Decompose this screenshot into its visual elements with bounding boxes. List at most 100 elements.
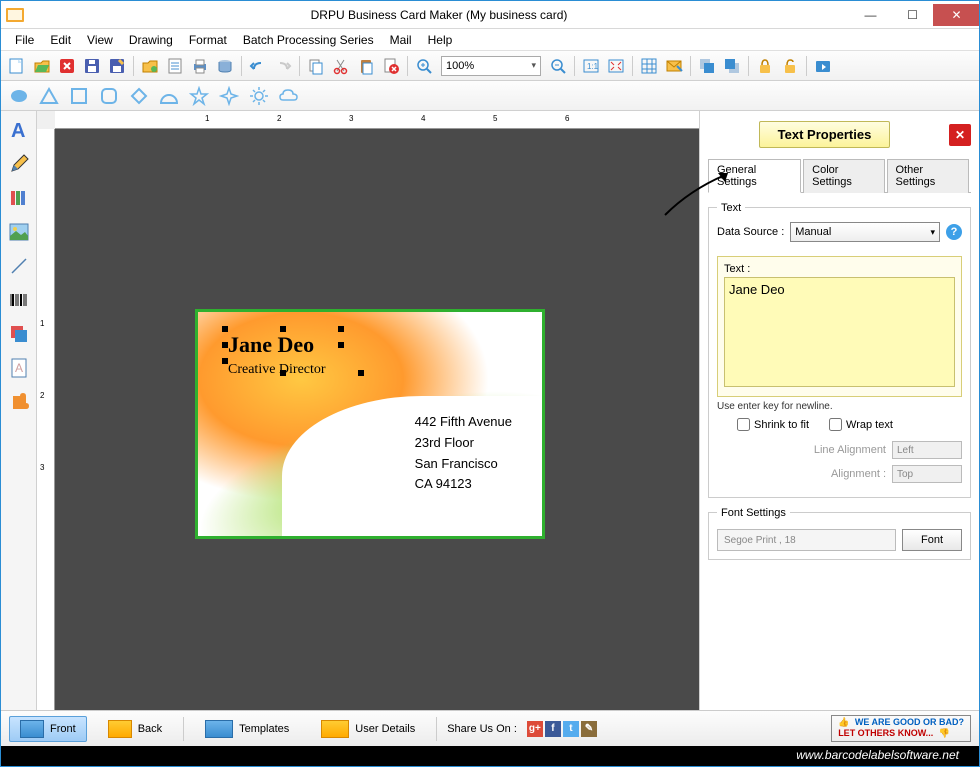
square-shape-icon[interactable] [67, 84, 91, 108]
copy-icon[interactable] [304, 54, 328, 78]
zoom-out-icon[interactable] [546, 54, 570, 78]
selection-handle[interactable] [338, 342, 344, 348]
watermark-tool-icon[interactable]: A [5, 355, 33, 381]
window-title: DRPU Business Card Maker (My business ca… [29, 8, 849, 22]
tab-general-settings[interactable]: General Settings [708, 159, 801, 193]
actual-size-icon[interactable]: 1:1 [579, 54, 603, 78]
selection-handle[interactable] [358, 370, 364, 376]
menu-help[interactable]: Help [420, 31, 461, 49]
pencil-tool-icon[interactable] [5, 151, 33, 177]
fit-icon[interactable] [604, 54, 628, 78]
bottom-bar: Front Back Templates User Details Share … [1, 710, 979, 746]
canvas[interactable]: Jane Deo Creative Director 442 Fifth Ave… [55, 129, 699, 710]
open-icon[interactable] [30, 54, 54, 78]
ellipse-shape-icon[interactable] [7, 84, 31, 108]
new-icon[interactable] [5, 54, 29, 78]
feedback-banner[interactable]: 👍 WE ARE GOOD OR BAD? LET OTHERS KNOW...… [831, 715, 971, 743]
menu-edit[interactable]: Edit [42, 31, 79, 49]
card-title-text[interactable]: Creative Director [228, 362, 326, 378]
panel-title: Text Properties [759, 121, 891, 148]
menu-file[interactable]: File [7, 31, 42, 49]
redo-icon[interactable] [271, 54, 295, 78]
twitter-icon[interactable]: t [563, 721, 579, 737]
svg-text:A: A [15, 361, 23, 375]
layers-tool-icon[interactable] [5, 321, 33, 347]
database-icon[interactable] [213, 54, 237, 78]
menu-drawing[interactable]: Drawing [121, 31, 181, 49]
triangle-shape-icon[interactable] [37, 84, 61, 108]
folder-icon[interactable] [138, 54, 162, 78]
card-address-text[interactable]: 442 Fifth Avenue 23rd Floor San Francisc… [415, 412, 512, 495]
send-back-icon[interactable] [720, 54, 744, 78]
blog-icon[interactable]: ✎ [581, 721, 597, 737]
templates-button[interactable]: Templates [194, 716, 300, 742]
star-shape-icon[interactable] [187, 84, 211, 108]
text-fieldset: Text Data Source : Manual ? Text : Jane … [708, 207, 971, 498]
lock-icon[interactable] [753, 54, 777, 78]
back-side-button[interactable]: Back [97, 716, 173, 742]
zoom-in-icon[interactable] [412, 54, 436, 78]
text-label: Text : [724, 263, 955, 275]
bring-front-icon[interactable] [695, 54, 719, 78]
star4-shape-icon[interactable] [217, 84, 241, 108]
remove-icon[interactable] [379, 54, 403, 78]
rounded-shape-icon[interactable] [97, 84, 121, 108]
font-button[interactable]: Font [902, 529, 962, 551]
line-tool-icon[interactable] [5, 253, 33, 279]
titlebar: DRPU Business Card Maker (My business ca… [1, 1, 979, 29]
paste-icon[interactable] [354, 54, 378, 78]
export-icon[interactable] [811, 54, 835, 78]
puzzle-tool-icon[interactable] [5, 389, 33, 415]
grid-icon[interactable] [637, 54, 661, 78]
selection-handle[interactable] [338, 326, 344, 332]
delete-icon[interactable] [55, 54, 79, 78]
close-button[interactable]: ✕ [933, 4, 979, 26]
selection-handle[interactable] [280, 326, 286, 332]
save-icon[interactable] [80, 54, 104, 78]
menu-view[interactable]: View [79, 31, 121, 49]
selection-handle[interactable] [222, 342, 228, 348]
front-side-button[interactable]: Front [9, 716, 87, 742]
library-tool-icon[interactable] [5, 185, 33, 211]
undo-icon[interactable] [246, 54, 270, 78]
document-icon[interactable] [163, 54, 187, 78]
card-name-text[interactable]: Jane Deo [228, 332, 314, 358]
unlock-icon[interactable] [778, 54, 802, 78]
tab-color-settings[interactable]: Color Settings [803, 159, 884, 193]
user-details-button[interactable]: User Details [310, 716, 426, 742]
google-plus-icon[interactable]: g+ [527, 721, 543, 737]
alignment-select: Top [892, 465, 962, 483]
left-toolbar: A A [1, 111, 37, 710]
business-card[interactable]: Jane Deo Creative Director 442 Fifth Ave… [195, 309, 545, 539]
saveas-icon[interactable] [105, 54, 129, 78]
text-tool-icon[interactable]: A [5, 117, 33, 143]
diamond-shape-icon[interactable] [127, 84, 151, 108]
halfmoon-shape-icon[interactable] [157, 84, 181, 108]
barcode-tool-icon[interactable] [5, 287, 33, 313]
text-input[interactable]: Jane Deo [724, 277, 955, 387]
selection-handle[interactable] [222, 326, 228, 332]
image-tool-icon[interactable] [5, 219, 33, 245]
print-icon[interactable] [188, 54, 212, 78]
maximize-button[interactable]: ☐ [891, 4, 933, 26]
close-panel-button[interactable]: ✕ [949, 124, 971, 146]
tab-other-settings[interactable]: Other Settings [887, 159, 970, 193]
data-source-select[interactable]: Manual [790, 222, 940, 242]
menu-mail[interactable]: Mail [382, 31, 420, 49]
cloud-shape-icon[interactable] [277, 84, 301, 108]
zoom-select[interactable]: 100% [441, 56, 541, 76]
mail-icon[interactable] [662, 54, 686, 78]
selection-handle[interactable] [280, 370, 286, 376]
menu-batch[interactable]: Batch Processing Series [235, 31, 382, 49]
burst-shape-icon[interactable] [247, 84, 271, 108]
selection-handle[interactable] [222, 358, 228, 364]
data-source-label: Data Source : [717, 226, 784, 238]
facebook-icon[interactable]: f [545, 721, 561, 737]
wrap-checkbox[interactable]: Wrap text [829, 418, 893, 431]
minimize-button[interactable]: — [849, 4, 891, 26]
menu-format[interactable]: Format [181, 31, 235, 49]
shrink-checkbox[interactable]: Shrink to fit [737, 418, 809, 431]
cut-icon[interactable] [329, 54, 353, 78]
shapes-toolbar [1, 81, 979, 111]
help-icon[interactable]: ? [946, 224, 962, 240]
